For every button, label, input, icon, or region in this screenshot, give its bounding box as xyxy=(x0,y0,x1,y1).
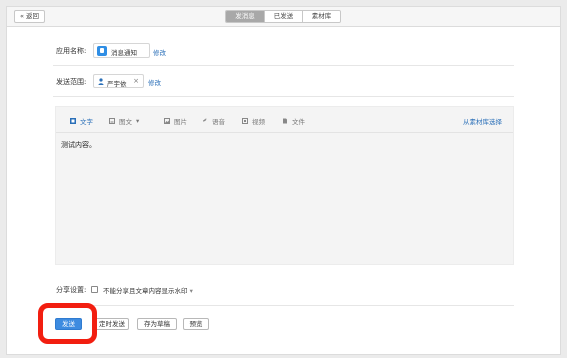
top-toolbar: « 返回 发消息 已发送 素材库 xyxy=(6,6,561,26)
chevron-down-icon: ▾ xyxy=(136,117,140,125)
tab-library[interactable]: 素材库 xyxy=(302,11,340,22)
schedule-send-button[interactable]: 定时发送 xyxy=(95,318,129,330)
tool-image-label: 图片 xyxy=(174,118,187,126)
tool-video-label: 视频 xyxy=(252,118,265,126)
tool-article-label: 图文 xyxy=(119,118,132,126)
send-button-highlight xyxy=(38,303,97,344)
tool-voice[interactable]: 语音 xyxy=(202,116,225,126)
share-settings-label: 分享设置: xyxy=(56,286,87,294)
chevron-down-icon: ▾ xyxy=(189,287,193,295)
divider xyxy=(53,96,514,97)
divider xyxy=(53,305,514,306)
tool-voice-label: 语音 xyxy=(212,118,225,126)
tool-video[interactable]: 视频 xyxy=(242,116,265,126)
tab-sent[interactable]: 已发送 xyxy=(264,11,302,22)
app-name-value: 消息通知 xyxy=(111,49,137,57)
app-name-label: 应用名称: xyxy=(56,47,87,55)
scope-edit-link[interactable]: 修改 xyxy=(148,77,161,87)
tool-text[interactable]: 文字 xyxy=(70,116,93,126)
image-icon xyxy=(164,118,170,124)
back-button[interactable]: « 返回 xyxy=(14,10,46,23)
video-icon xyxy=(242,118,248,124)
text-icon xyxy=(70,118,76,124)
share-watermark-option[interactable]: 不能分享且文章内容显示水印 ▾ xyxy=(103,285,193,295)
tab-group: 发消息 已发送 素材库 xyxy=(225,10,341,23)
tab-compose[interactable]: 发消息 xyxy=(226,11,264,22)
remove-user-icon[interactable]: × xyxy=(133,77,139,85)
tool-file-label: 文件 xyxy=(292,118,305,126)
tool-article[interactable]: 图文 ▾ xyxy=(109,116,139,126)
file-icon xyxy=(283,118,287,124)
editor-divider xyxy=(56,132,513,133)
scope-label: 发送范围: xyxy=(56,78,87,86)
tool-file[interactable]: 文件 xyxy=(282,116,305,126)
message-editor: 文字 图文 ▾ 图片 语音 视频 文件 从素材库选择 测试内容。 xyxy=(55,106,514,265)
voice-icon xyxy=(202,118,207,122)
app-icon xyxy=(97,46,107,56)
message-content[interactable]: 测试内容。 xyxy=(61,140,96,150)
scope-user-chip: 严宇依 × xyxy=(93,74,144,88)
scope-user-name: 严宇依 xyxy=(107,80,127,88)
app-edit-link[interactable]: 修改 xyxy=(153,47,166,57)
share-watermark-checkbox[interactable] xyxy=(91,286,98,293)
save-draft-button[interactable]: 存为草稿 xyxy=(137,318,177,330)
app-selector[interactable]: 消息通知 xyxy=(93,43,150,58)
preview-button[interactable]: 预览 xyxy=(183,318,209,330)
divider xyxy=(53,65,514,66)
tool-text-label: 文字 xyxy=(80,118,93,126)
from-library-link[interactable]: 从素材库选择 xyxy=(463,116,502,126)
user-icon xyxy=(98,78,104,85)
article-icon xyxy=(109,118,115,124)
tool-image[interactable]: 图片 xyxy=(164,116,187,126)
share-option-label: 不能分享且文章内容显示水印 xyxy=(103,287,188,295)
